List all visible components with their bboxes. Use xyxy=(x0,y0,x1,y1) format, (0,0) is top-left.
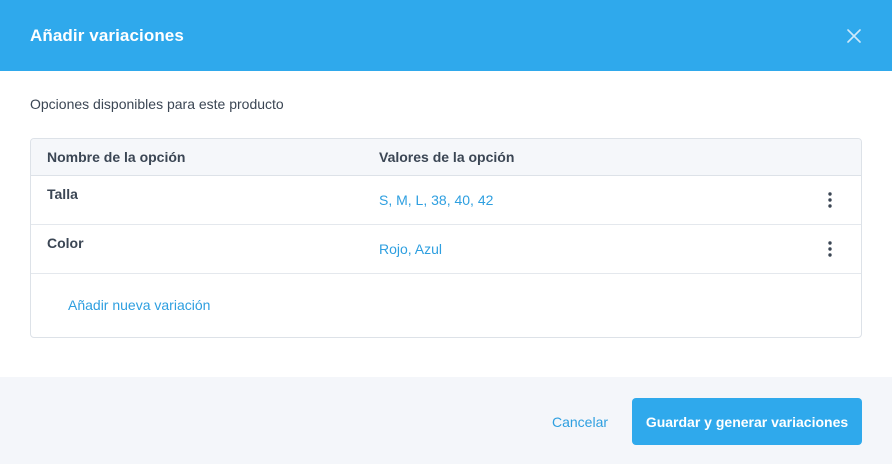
add-variation-link[interactable]: Añadir nueva variación xyxy=(68,297,210,313)
table-row: Color Rojo, Azul xyxy=(31,225,861,274)
dialog-title: Añadir variaciones xyxy=(30,25,184,45)
options-table: Nombre de la opción Valores de la opción… xyxy=(30,138,862,338)
cancel-button[interactable]: Cancelar xyxy=(541,398,619,445)
add-variations-dialog: Añadir variaciones Opciones disponibles … xyxy=(0,0,892,464)
kebab-menu-icon xyxy=(828,241,832,257)
column-header-option-values: Valores de la opción xyxy=(379,149,515,165)
close-button[interactable] xyxy=(842,24,866,48)
kebab-menu-icon xyxy=(828,192,832,208)
option-name: Talla xyxy=(47,186,78,202)
dialog-footer: Cancelar Guardar y generar variaciones xyxy=(0,377,892,464)
save-and-generate-button[interactable]: Guardar y generar variaciones xyxy=(632,398,862,445)
close-icon xyxy=(847,29,861,43)
option-name: Color xyxy=(47,235,84,251)
option-values-link[interactable]: Rojo, Azul xyxy=(379,241,442,257)
dialog-header: Añadir variaciones xyxy=(0,0,892,71)
row-menu-button[interactable] xyxy=(821,188,839,212)
column-header-option-name: Nombre de la opción xyxy=(47,149,186,165)
table-header: Nombre de la opción Valores de la opción xyxy=(31,139,861,176)
dialog-subtitle: Opciones disponibles para este producto xyxy=(30,96,284,112)
row-menu-button[interactable] xyxy=(821,237,839,261)
option-values-link[interactable]: S, M, L, 38, 40, 42 xyxy=(379,192,493,208)
table-row: Talla S, M, L, 38, 40, 42 xyxy=(31,176,861,225)
